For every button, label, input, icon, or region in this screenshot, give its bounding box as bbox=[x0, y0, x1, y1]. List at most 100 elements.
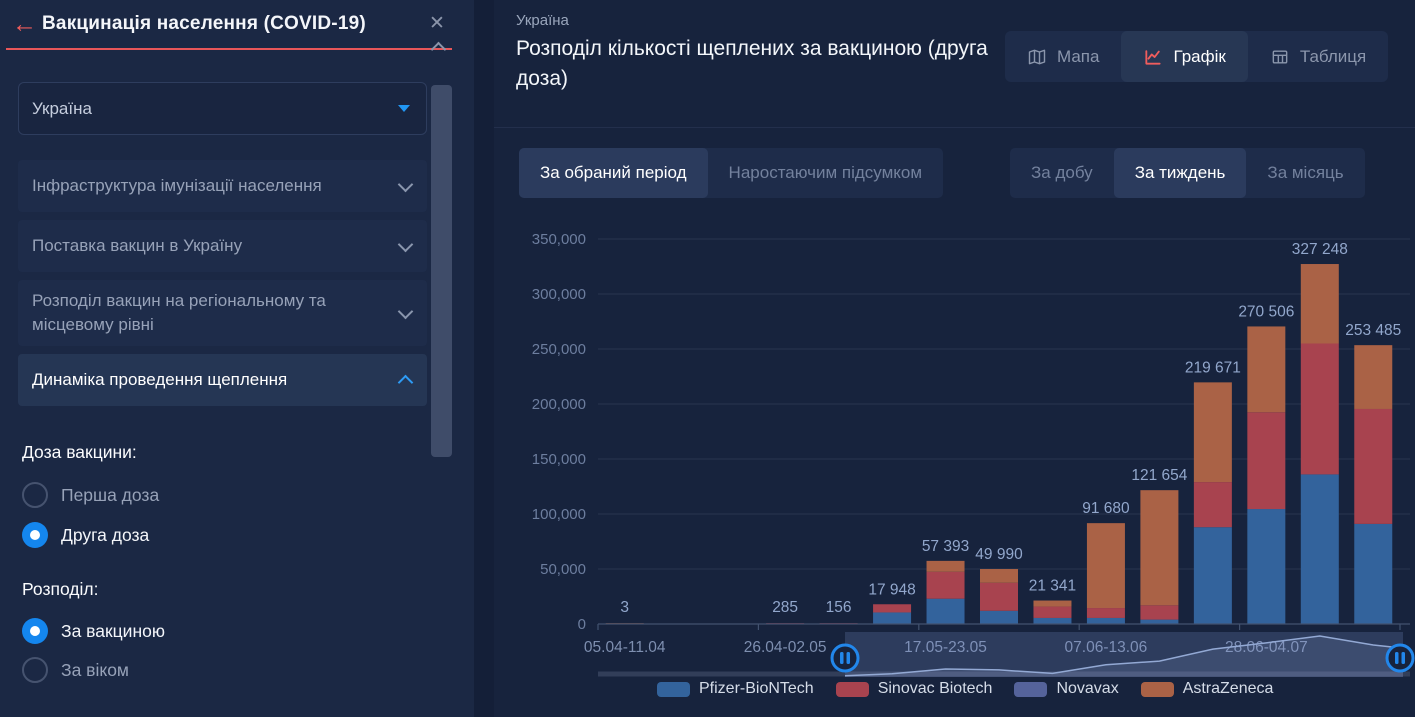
x-axis-tick-label: 05.04-11.04 bbox=[584, 639, 666, 656]
y-axis-tick-label: 350,000 bbox=[532, 231, 586, 248]
bar-segment bbox=[927, 572, 965, 599]
slider-handle-right[interactable] bbox=[1387, 645, 1413, 671]
main-panel: Україна Розподіл кількості щеплених за в… bbox=[494, 0, 1415, 717]
bar-value-label: 91 680 bbox=[1082, 500, 1130, 517]
bar-value-label: 327 248 bbox=[1292, 241, 1348, 258]
sidebar-menu-item-label: Інфраструктура імунізації населення bbox=[32, 174, 322, 198]
bar-segment bbox=[980, 611, 1018, 624]
legend-label: Sinovac Biotech bbox=[878, 680, 993, 698]
bar-segment bbox=[927, 599, 965, 624]
bar-segment bbox=[980, 583, 1018, 611]
bar-value-label: 3 bbox=[620, 599, 629, 616]
radio-option[interactable]: За віком bbox=[22, 657, 129, 683]
y-axis-tick-label: 300,000 bbox=[532, 286, 586, 303]
bar-value-label: 21 341 bbox=[1029, 578, 1076, 595]
legend-item[interactable]: AstraZeneca bbox=[1141, 680, 1274, 698]
sidebar-title: Вакцинація населення (COVID-19) bbox=[42, 13, 366, 35]
sidebar-menu-item[interactable]: Розподіл вакцин на регіональному та місц… bbox=[18, 280, 427, 346]
y-axis-tick-label: 100,000 bbox=[532, 506, 586, 523]
bar-segment bbox=[1247, 326, 1285, 412]
radio-unselected-icon[interactable] bbox=[22, 482, 48, 508]
scroll-up-icon[interactable] bbox=[431, 42, 447, 58]
bar-segment bbox=[1301, 474, 1339, 624]
chevron-down-icon bbox=[398, 303, 414, 319]
bar-value-label: 285 bbox=[772, 599, 798, 616]
bar-segment bbox=[1087, 523, 1125, 608]
y-axis-tick-label: 0 bbox=[578, 616, 586, 633]
radio-selected-icon[interactable] bbox=[22, 618, 48, 644]
sidebar-menu-item[interactable]: Динаміка проведення щеплення bbox=[18, 354, 427, 406]
sidebar-menu-item-label: Розподіл вакцин на регіональному та місц… bbox=[32, 289, 390, 337]
sidebar-menu-item[interactable]: Поставка вакцин в Україну bbox=[18, 220, 427, 272]
bar-value-label: 49 990 bbox=[975, 546, 1023, 563]
radio-option-label: За вакциною bbox=[61, 621, 165, 642]
bar-segment bbox=[1354, 409, 1392, 524]
bar-segment bbox=[1354, 345, 1392, 409]
radio-option[interactable]: За вакциною bbox=[22, 618, 165, 644]
distribution-group-label: Розподіл: bbox=[22, 579, 98, 600]
sidebar-menu: Інфраструктура імунізації населення Поста… bbox=[18, 160, 427, 414]
legend-item[interactable]: Novavax bbox=[1014, 680, 1118, 698]
legend-label: Novavax bbox=[1056, 680, 1118, 698]
y-axis-tick-label: 150,000 bbox=[532, 451, 586, 468]
bar-value-label: 253 485 bbox=[1345, 322, 1401, 339]
bar-value-label: 57 393 bbox=[922, 538, 969, 555]
slider-handle-left[interactable] bbox=[832, 645, 858, 671]
bar-segment bbox=[1247, 412, 1285, 509]
bar-segment bbox=[1140, 490, 1178, 605]
dropdown-caret-icon bbox=[398, 105, 410, 112]
sidebar-scrollbar[interactable] bbox=[431, 85, 452, 457]
chevron-down-icon bbox=[398, 236, 414, 252]
region-dropdown[interactable]: Україна bbox=[18, 82, 427, 135]
y-axis-tick-label: 200,000 bbox=[532, 396, 586, 413]
legend-swatch bbox=[1141, 682, 1174, 697]
pause-icon bbox=[840, 652, 844, 664]
bar-segment bbox=[1087, 618, 1125, 624]
x-axis-tick-label: 26.04-02.05 bbox=[744, 639, 827, 656]
legend-label: AstraZeneca bbox=[1183, 680, 1274, 698]
pause-icon bbox=[1395, 652, 1399, 664]
bar-segment bbox=[927, 561, 965, 572]
bar-segment bbox=[873, 604, 911, 612]
radio-option[interactable]: Друга доза bbox=[22, 522, 149, 548]
y-axis-tick-label: 50,000 bbox=[540, 561, 586, 578]
bar-segment bbox=[1140, 620, 1178, 624]
bar-segment bbox=[980, 569, 1018, 583]
sidebar-menu-item-label: Поставка вакцин в Україну bbox=[32, 234, 242, 258]
chevron-up-icon bbox=[398, 375, 414, 391]
back-arrow-icon[interactable]: ← bbox=[12, 11, 37, 37]
y-axis-tick-label: 250,000 bbox=[532, 341, 586, 358]
bar-segment bbox=[1033, 601, 1071, 607]
radio-unselected-icon[interactable] bbox=[22, 657, 48, 683]
radio-option-label: Друга доза bbox=[61, 525, 149, 546]
bar-segment bbox=[1033, 607, 1071, 618]
bar-segment bbox=[1087, 608, 1125, 618]
chart-legend: Pfizer-BioNTech Sinovac Biotech Novavax Ast… bbox=[657, 680, 1273, 698]
region-dropdown-value: Україна bbox=[32, 99, 92, 119]
bar-value-label: 121 654 bbox=[1131, 467, 1187, 484]
bar-segment bbox=[1194, 482, 1232, 527]
bar-segment bbox=[1354, 524, 1392, 624]
bar-segment bbox=[1033, 618, 1071, 624]
dose-group-label: Доза вакцини: bbox=[22, 442, 137, 463]
radio-option-label: Перша доза bbox=[61, 485, 159, 506]
legend-label: Pfizer-BioNTech bbox=[699, 680, 814, 698]
stacked-bar-chart: 0 50,000 100,000 150,000 200,000 250,000 300,0… bbox=[494, 0, 1415, 717]
bar-segment bbox=[1194, 527, 1232, 624]
chevron-down-icon bbox=[398, 176, 414, 192]
bar-segment bbox=[1301, 264, 1339, 343]
legend-swatch bbox=[836, 682, 869, 697]
radio-option[interactable]: Перша доза bbox=[22, 482, 159, 508]
radio-option-label: За віком bbox=[61, 660, 129, 681]
bar-value-label: 156 bbox=[826, 599, 852, 616]
sidebar: ← Вакцинація населення (COVID-19) ✕ Укра… bbox=[0, 0, 474, 717]
legend-item[interactable]: Sinovac Biotech bbox=[836, 680, 993, 698]
sidebar-menu-item[interactable]: Інфраструктура імунізації населення bbox=[18, 160, 427, 212]
radio-selected-icon[interactable] bbox=[22, 522, 48, 548]
legend-item[interactable]: Pfizer-BioNTech bbox=[657, 680, 814, 698]
bar-segment bbox=[1140, 605, 1178, 619]
bar-value-label: 219 671 bbox=[1185, 359, 1241, 376]
close-icon[interactable]: ✕ bbox=[429, 13, 445, 35]
legend-swatch bbox=[1014, 682, 1047, 697]
sidebar-menu-item-label: Динаміка проведення щеплення bbox=[32, 368, 287, 392]
